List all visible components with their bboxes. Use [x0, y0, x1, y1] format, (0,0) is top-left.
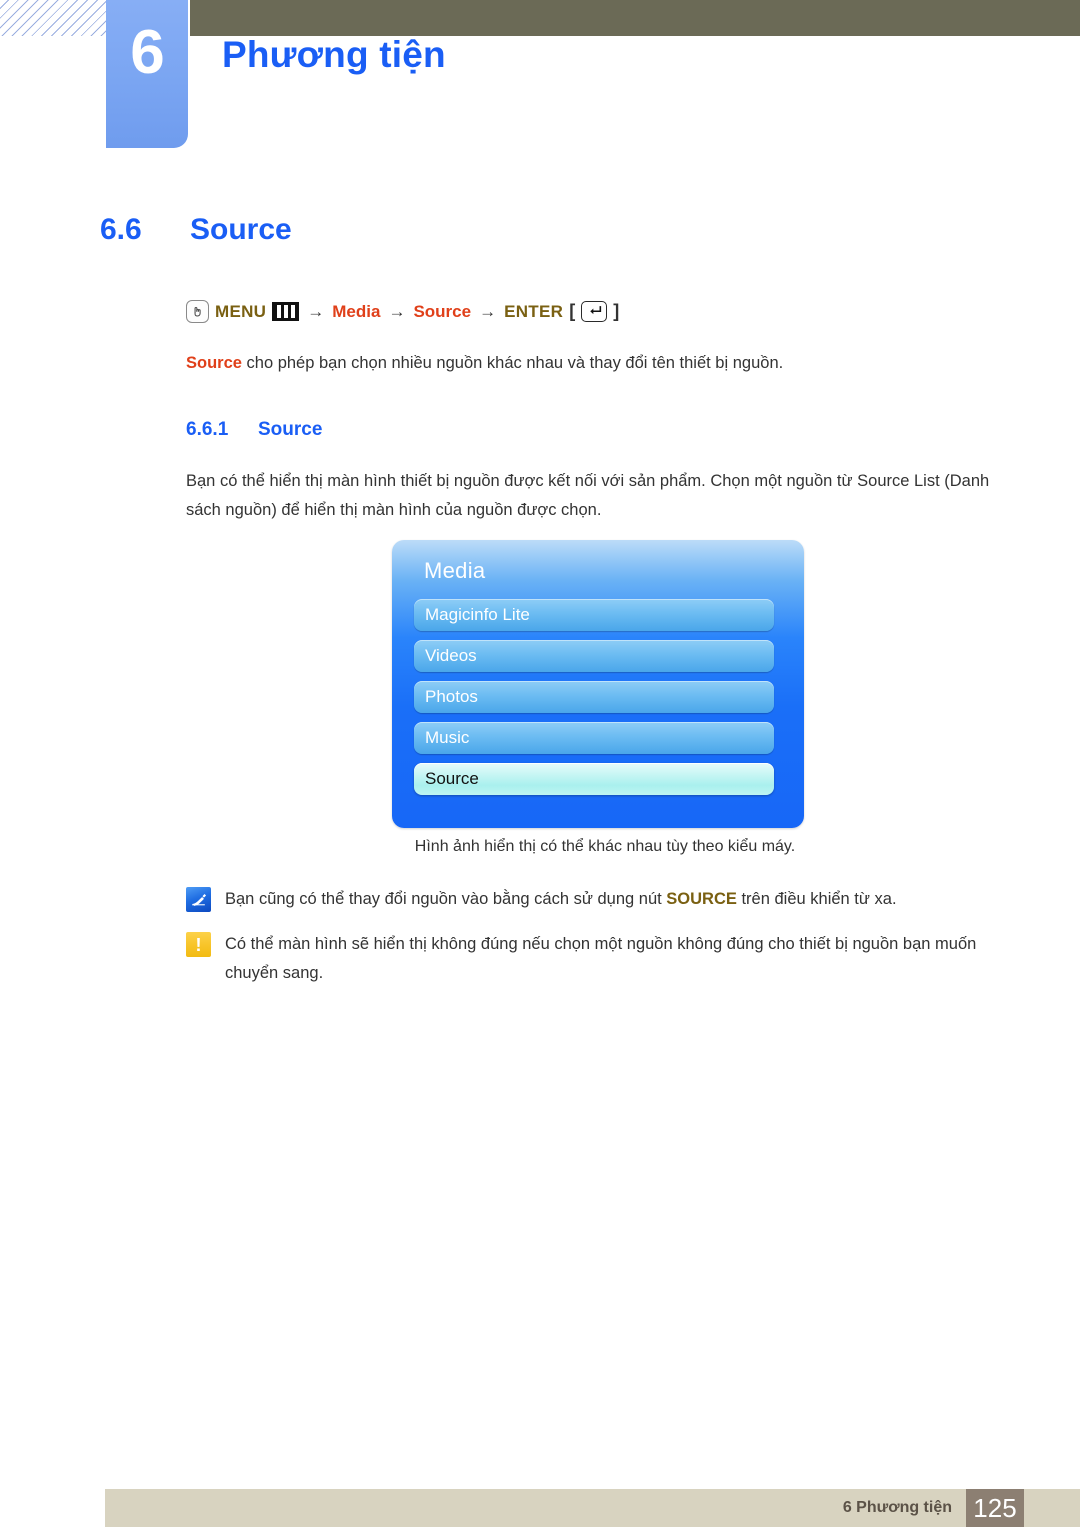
note-text-after: trên điều khiển từ xa.	[736, 890, 897, 908]
osd-item-source[interactable]: Source	[414, 763, 774, 795]
chapter-number: 6	[130, 18, 164, 87]
bracket-open: [	[569, 301, 576, 321]
osd-item-label: Music	[425, 728, 470, 747]
osd-item-label: Source	[425, 769, 479, 788]
enter-label: ENTER	[504, 301, 564, 321]
osd-panel-title: Media	[424, 558, 486, 583]
figure-caption: Hình ảnh hiển thị có thể khác nhau tùy t…	[414, 838, 796, 855]
source-description-rest: cho phép bạn chọn nhiều nguồn khác nhau …	[241, 354, 784, 372]
osd-menu-list: Magicinfo Lite Videos Photos Music Sourc…	[414, 599, 774, 804]
hand-press-icon	[186, 300, 209, 323]
section-number: 6.6	[100, 213, 142, 246]
section-heading: 6.6 Source	[100, 213, 292, 247]
path-arrow-3: →	[479, 301, 497, 321]
osd-item-label: Photos	[425, 687, 478, 706]
caution-item: ! Có thể màn hình sẽ hiển thị không đúng…	[186, 930, 996, 988]
caution-exclamation-icon: !	[186, 932, 211, 957]
note-pen-icon	[186, 887, 211, 912]
note-item: Bạn cũng có thể thay đổi nguồn vào bằng …	[186, 885, 996, 914]
source-keyword: Source	[186, 354, 242, 372]
osd-item-label: Videos	[425, 646, 477, 665]
bracket-close: ]	[613, 301, 620, 321]
section-title: Source	[190, 213, 292, 246]
header-olive-bar	[190, 0, 1080, 36]
osd-item-photos[interactable]: Photos	[414, 681, 774, 713]
menu-label: MENU	[215, 301, 267, 321]
osd-item-videos[interactable]: Videos	[414, 640, 774, 672]
page-number: 125	[973, 1493, 1017, 1523]
osd-item-magicinfo-lite[interactable]: Magicinfo Lite	[414, 599, 774, 631]
footer-page-box: 125	[966, 1489, 1024, 1527]
path-item-source: Source	[413, 301, 472, 321]
footer-chapter-label: 6 Phương tiện	[842, 1499, 952, 1516]
osd-media-panel: Media Magicinfo Lite Videos Photos Music…	[392, 540, 804, 828]
header-hatch-decoration	[0, 0, 106, 36]
subsection-heading: 6.6.1 Source	[186, 419, 322, 441]
chapter-number-box: 6	[106, 0, 188, 148]
caution-text: Có thể màn hình sẽ hiển thị không đúng n…	[225, 935, 977, 982]
osd-item-label: Magicinfo Lite	[425, 605, 530, 624]
note-text-before: Bạn cũng có thể thay đổi nguồn vào bằng …	[225, 890, 667, 908]
subsection-title: Source	[258, 419, 323, 440]
enter-return-icon	[581, 301, 608, 322]
osd-item-music[interactable]: Music	[414, 722, 774, 754]
chapter-title: Phương tiện	[222, 34, 446, 75]
menu-navigation-path: MENU → Media → Source → ENTER [ ]	[186, 300, 619, 323]
body-paragraph: Bạn có thể hiển thị màn hình thiết bị ng…	[186, 472, 990, 519]
note-text: Bạn cũng có thể thay đổi nguồn vào bằng …	[225, 885, 996, 914]
path-arrow-1: →	[307, 301, 325, 321]
subsection-number: 6.6.1	[186, 419, 229, 440]
source-description-paragraph: Source cho phép bạn chọn nhiều nguồn khá…	[186, 349, 986, 378]
path-item-media: Media	[332, 301, 381, 321]
menu-bars-icon	[272, 302, 300, 321]
path-arrow-2: →	[388, 301, 406, 321]
note-keyword-source: SOURCE	[666, 890, 737, 908]
